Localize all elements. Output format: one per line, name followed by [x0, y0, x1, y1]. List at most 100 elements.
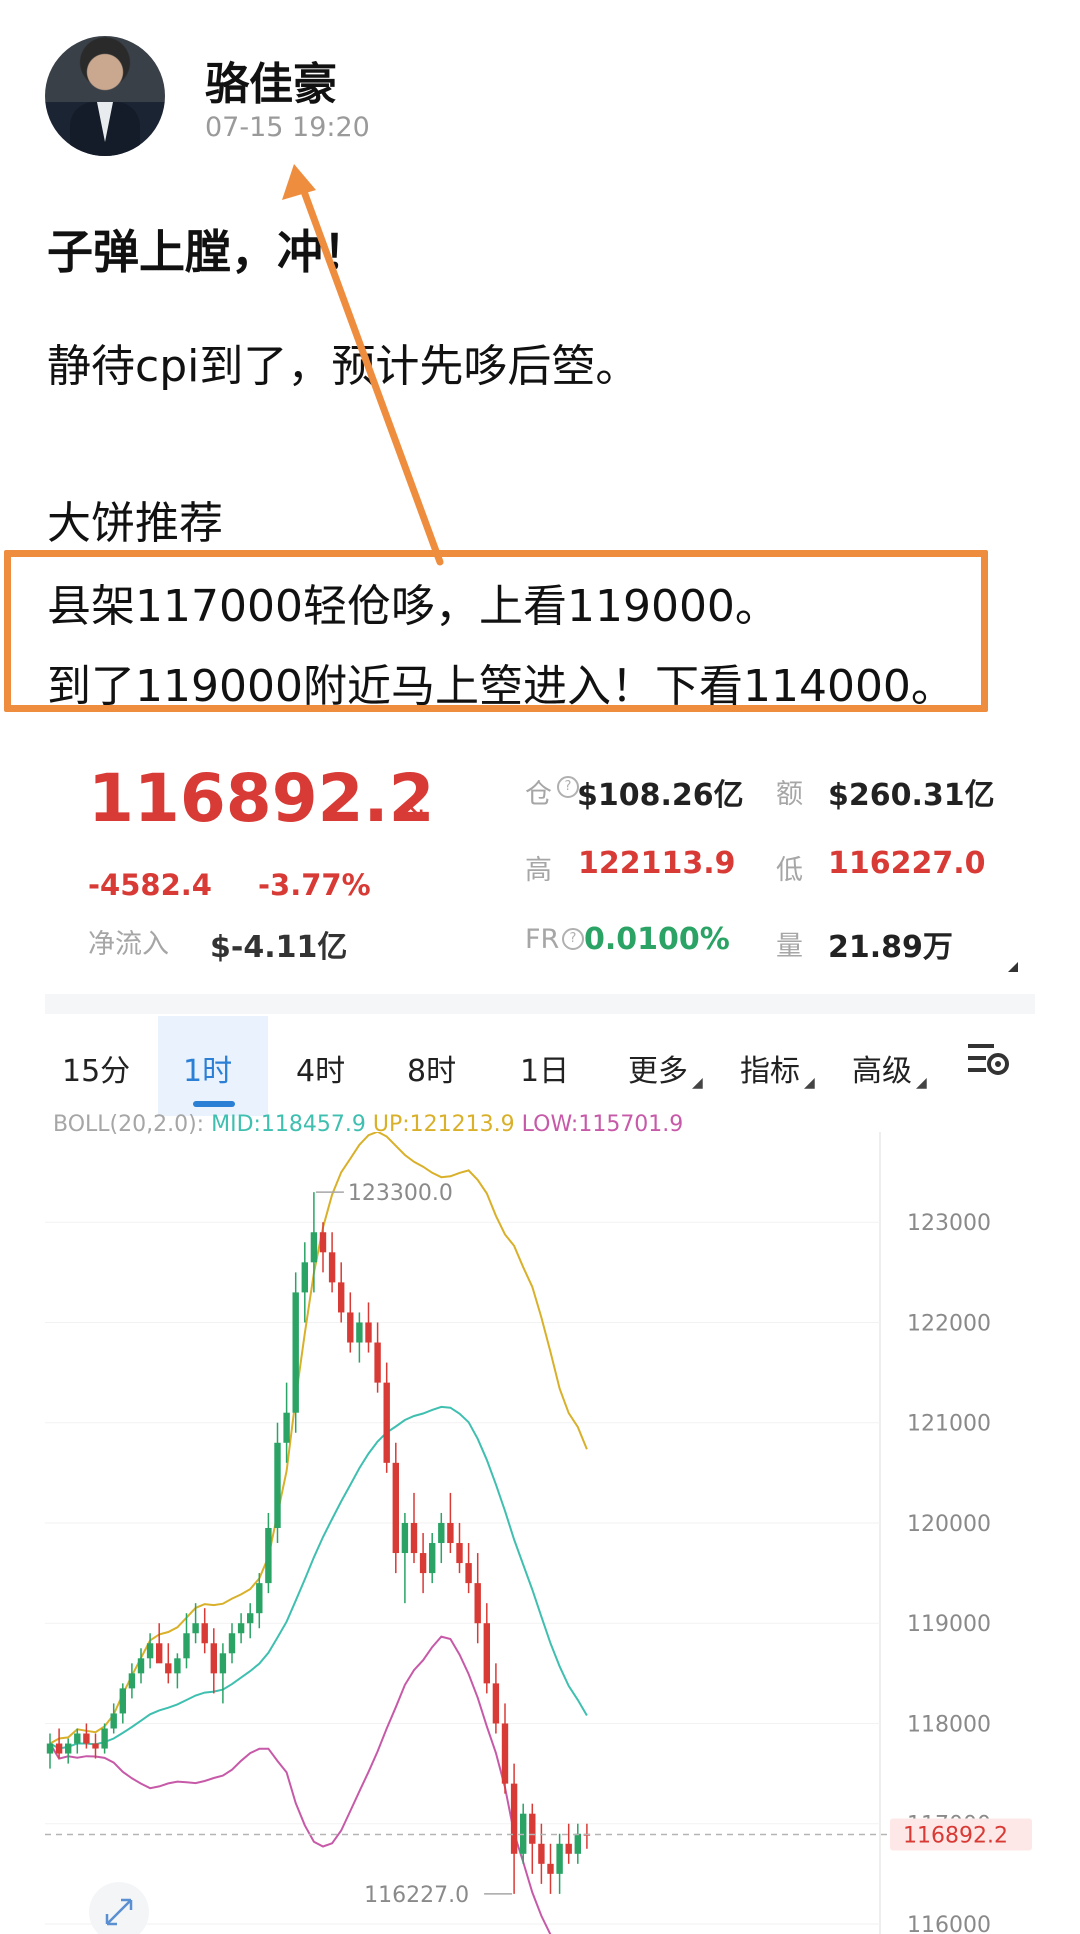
candle-body: [55, 1743, 63, 1754]
candle-body: [328, 1252, 336, 1283]
candle-body: [65, 1743, 72, 1754]
candle-body: [574, 1833, 581, 1854]
candle-body: [156, 1643, 163, 1664]
candle-body: [310, 1232, 318, 1263]
candle-body: [438, 1522, 445, 1544]
candle-body: [547, 1863, 554, 1874]
candle-body: [137, 1658, 145, 1674]
tab-advanced[interactable]: 高级 ◢: [852, 1046, 927, 1091]
author-avatar[interactable]: [45, 36, 165, 156]
candle-body: [429, 1543, 436, 1574]
volume-value: 21.89万: [828, 930, 953, 965]
candle-body: [520, 1813, 527, 1854]
tab-15m[interactable]: 15分: [62, 1046, 130, 1090]
candle-body: [529, 1813, 536, 1844]
low-label: 低: [776, 855, 803, 886]
y-tick-label: 122000: [907, 1311, 991, 1336]
candle-body: [465, 1563, 472, 1584]
highlight-box: [4, 550, 988, 712]
tab-8h[interactable]: 8时: [407, 1046, 456, 1090]
candle-body: [74, 1733, 81, 1744]
candle-body: [83, 1733, 90, 1744]
candle-body: [565, 1843, 572, 1854]
candle-body: [483, 1623, 490, 1684]
candle-body: [356, 1322, 363, 1343]
caret-icon: ◢: [804, 1075, 815, 1091]
turnover-value: $260.31亿: [828, 778, 995, 813]
tab-1d[interactable]: 1日: [520, 1046, 569, 1090]
fullscreen-icon-bg: [89, 1882, 149, 1934]
candle-body: [265, 1527, 272, 1584]
post-timestamp: 07-15 19:20: [205, 112, 370, 143]
candle-body: [256, 1583, 263, 1614]
candle-body: [556, 1843, 563, 1874]
volume-label: 量: [776, 931, 803, 962]
oi-label: 仓: [525, 779, 552, 810]
section-divider: [45, 994, 1035, 1014]
candlestick-chart[interactable]: 1230001220001210001200001190001180001170…: [45, 1132, 1035, 1934]
candle-body: [383, 1382, 390, 1463]
candle-body: [301, 1262, 308, 1293]
candle-body: [219, 1653, 227, 1674]
y-tick-label: 120000: [907, 1512, 991, 1537]
info-icon[interactable]: ?: [557, 776, 579, 798]
candle-body: [247, 1613, 254, 1624]
candle-body: [510, 1783, 518, 1854]
candle-body: [201, 1623, 208, 1644]
info-icon[interactable]: ?: [562, 928, 584, 950]
tab-more[interactable]: 更多 ◢: [628, 1046, 703, 1091]
y-tick-label: 121000: [907, 1412, 991, 1437]
candle-body: [46, 1743, 54, 1754]
candle-body: [283, 1412, 290, 1443]
candle-body: [92, 1743, 99, 1749]
fullscreen-icon[interactable]: [89, 1882, 149, 1934]
net-inflow-value: $-4.11亿: [210, 930, 348, 965]
candle-body: [110, 1713, 117, 1729]
candle-body: [392, 1462, 399, 1554]
tab-active-indicator: [193, 1101, 235, 1107]
candle-body: [474, 1583, 481, 1624]
y-tick-label: 123000: [907, 1211, 991, 1236]
y-tick-label: 118000: [907, 1712, 991, 1737]
post-line-1: 静待cpi到了，预计先哆后箜。: [47, 341, 640, 392]
candle-body: [374, 1342, 381, 1383]
caret-icon: ◢: [916, 1075, 927, 1091]
price-change: -4582.4: [88, 868, 212, 902]
candle-body: [237, 1623, 245, 1634]
tab-4h[interactable]: 4时: [296, 1046, 345, 1090]
candle-body: [101, 1728, 108, 1749]
candle-body: [338, 1282, 345, 1313]
y-tick-label: 116000: [907, 1913, 991, 1934]
max-price-label: 123300.0: [348, 1181, 453, 1206]
funding-rate-label: FR: [525, 924, 560, 955]
candle-body: [319, 1232, 327, 1253]
chart-settings-icon[interactable]: [966, 1040, 1012, 1080]
candle-body: [447, 1522, 454, 1544]
candle-body: [410, 1522, 418, 1554]
post-title: 子弹上膛，冲！: [47, 225, 369, 279]
candle-body: [456, 1543, 463, 1564]
candle-body: [146, 1643, 154, 1659]
expand-corner-icon[interactable]: [1008, 962, 1018, 972]
candle-body: [165, 1663, 172, 1674]
candle-body: [228, 1633, 236, 1654]
y-tick-label: 119000: [907, 1612, 991, 1637]
turnover-label: 额: [776, 779, 803, 810]
candle-body: [365, 1322, 372, 1343]
candle-body: [501, 1723, 509, 1784]
net-inflow-label: 净流入: [88, 929, 169, 960]
candle-body: [128, 1673, 136, 1689]
candle-body: [347, 1312, 354, 1343]
current-price-label: 116892.2: [903, 1824, 1008, 1849]
funding-rate-value: 0.0100%: [584, 922, 730, 957]
min-price-label: 116227.0: [364, 1883, 469, 1908]
tab-indicators[interactable]: 指标 ◢: [740, 1046, 815, 1091]
candle-body: [419, 1553, 427, 1574]
tab-1h[interactable]: 1时: [183, 1046, 232, 1090]
candle-body: [538, 1843, 545, 1864]
candle-body: [192, 1623, 199, 1634]
last-price: 116892.2: [88, 760, 435, 837]
candle-body: [183, 1633, 190, 1659]
candle-body: [492, 1683, 500, 1724]
author-name[interactable]: 骆佳豪: [205, 48, 337, 112]
